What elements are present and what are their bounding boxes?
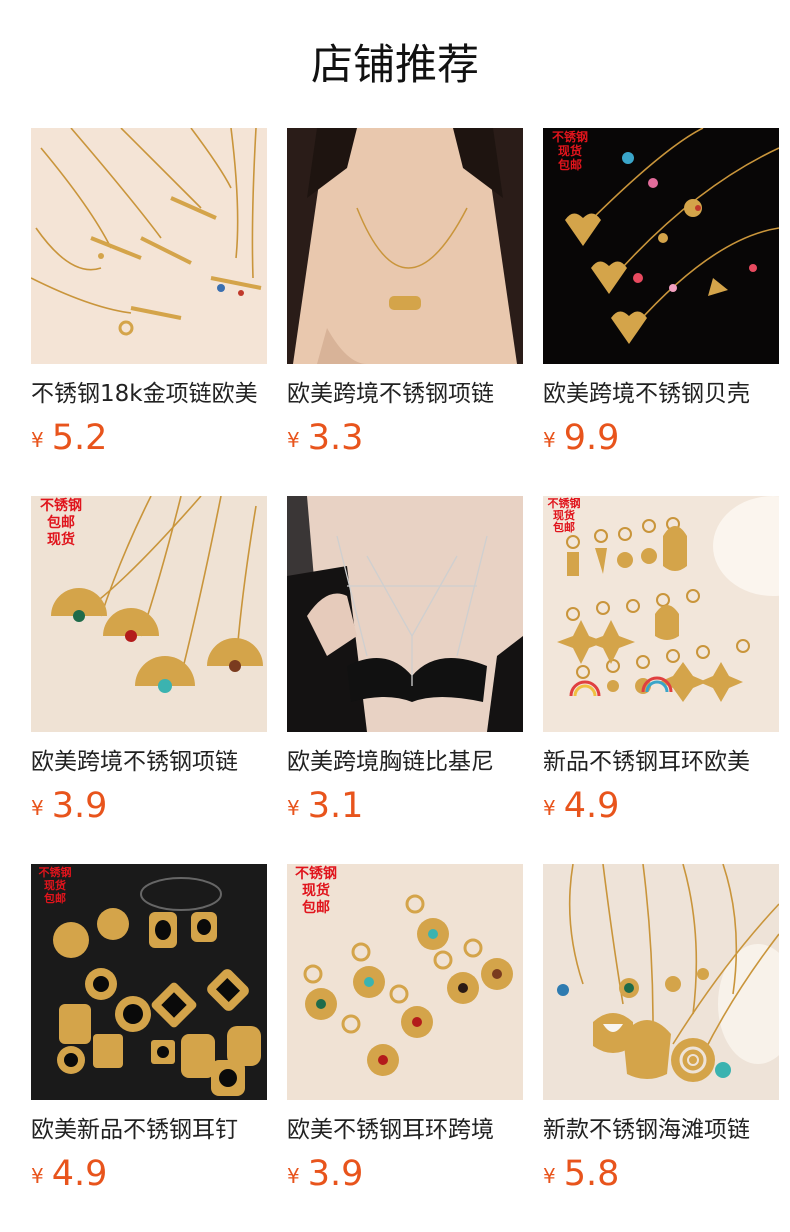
- product-image[interactable]: 不锈钢 包邮 现货: [31, 496, 267, 732]
- currency-symbol: ¥: [543, 796, 556, 820]
- product-card[interactable]: 新款不锈钢海滩项链 ¥5.8: [543, 864, 779, 1204]
- price-value: 5.2: [51, 418, 108, 458]
- product-image[interactable]: 不锈钢 现货 包邮: [543, 496, 779, 732]
- product-price: ¥5.2: [31, 416, 107, 460]
- price-value: 3.9: [307, 1154, 364, 1194]
- product-image[interactable]: 不锈钢 现货 包邮: [31, 864, 267, 1100]
- product-price: ¥3.3: [287, 416, 363, 460]
- product-price: ¥3.1: [287, 784, 363, 828]
- product-name[interactable]: 新品不锈钢耳环欧美: [543, 746, 779, 778]
- product-card[interactable]: 不锈钢 现货 包邮 欧美跨境不锈钢贝壳 ¥9.9: [543, 128, 779, 468]
- price-value: 3.3: [307, 418, 364, 458]
- product-card[interactable]: 不锈钢 现货 包邮 欧美新品不锈钢耳钉 ¥4.9: [31, 864, 267, 1204]
- product-name[interactable]: 欧美新品不锈钢耳钉: [31, 1114, 267, 1146]
- product-card[interactable]: 不锈钢 现货 包邮 新品不锈钢耳环欧美 ¥4.9: [543, 496, 779, 836]
- product-name[interactable]: 欧美跨境不锈钢贝壳: [543, 378, 779, 410]
- currency-symbol: ¥: [31, 1164, 44, 1188]
- currency-symbol: ¥: [543, 428, 556, 452]
- promo-stamp: 不锈钢 现货 包邮: [38, 866, 72, 905]
- price-value: 3.9: [51, 786, 108, 826]
- product-price: ¥5.8: [543, 1152, 619, 1196]
- currency-symbol: ¥: [31, 428, 44, 452]
- product-card[interactable]: 不锈钢18k金项链欧美 ¥5.2: [31, 128, 267, 468]
- currency-symbol: ¥: [287, 1164, 300, 1188]
- currency-symbol: ¥: [31, 796, 44, 820]
- product-card[interactable]: 欧美跨境胸链比基尼 ¥3.1: [287, 496, 523, 836]
- promo-stamp: 不锈钢 包邮 现货: [40, 498, 82, 548]
- product-price: ¥9.9: [543, 416, 619, 460]
- product-name[interactable]: 欧美跨境不锈钢项链: [287, 378, 523, 410]
- product-name[interactable]: 欧美跨境胸链比基尼: [287, 746, 523, 778]
- product-image[interactable]: [287, 128, 523, 364]
- price-value: 5.8: [563, 1154, 620, 1194]
- product-image[interactable]: [31, 128, 267, 364]
- price-value: 4.9: [563, 786, 620, 826]
- product-image[interactable]: [287, 496, 523, 732]
- product-image[interactable]: 不锈钢 现货 包邮: [287, 864, 523, 1100]
- product-price: ¥3.9: [287, 1152, 363, 1196]
- price-value: 4.9: [51, 1154, 108, 1194]
- currency-symbol: ¥: [543, 1164, 556, 1188]
- page-title: 店铺推荐: [310, 40, 479, 89]
- product-name[interactable]: 新款不锈钢海滩项链: [543, 1114, 779, 1146]
- shop-recommend-page: 店铺推荐 不锈钢18k金项链欧美 ¥ 5.2 欧美跨境不锈钢项链 ¥ 3.3 不…: [0, 0, 790, 1232]
- product-price: ¥4.9: [31, 1152, 107, 1196]
- product-image[interactable]: [543, 864, 779, 1100]
- product-price: ¥4.9: [543, 784, 619, 828]
- product-card[interactable]: 欧美跨境不锈钢项链 ¥3.3: [287, 128, 523, 468]
- price-value: 9.9: [563, 418, 620, 458]
- product-image[interactable]: 不锈钢 现货 包邮: [543, 128, 779, 364]
- promo-stamp: 不锈钢 现货 包邮: [551, 130, 588, 172]
- promo-stamp: 不锈钢 现货 包邮: [547, 497, 581, 534]
- product-name[interactable]: 欧美跨境不锈钢项链: [31, 746, 267, 778]
- price-value: 3.1: [307, 786, 364, 826]
- currency-symbol: ¥: [287, 796, 300, 820]
- product-name[interactable]: 欧美不锈钢耳环跨境: [287, 1114, 523, 1146]
- currency-symbol: ¥: [287, 428, 300, 452]
- product-price: ¥3.9: [31, 784, 107, 828]
- product-card[interactable]: 不锈钢 包邮 现货 欧美跨境不锈钢项链 ¥3.9: [31, 496, 267, 836]
- promo-stamp: 不锈钢 现货 包邮: [295, 866, 337, 916]
- product-name[interactable]: 不锈钢18k金项链欧美: [31, 378, 267, 410]
- product-card[interactable]: 不锈钢 现货 包邮 欧美不锈钢耳环跨境 ¥3.9: [287, 864, 523, 1204]
